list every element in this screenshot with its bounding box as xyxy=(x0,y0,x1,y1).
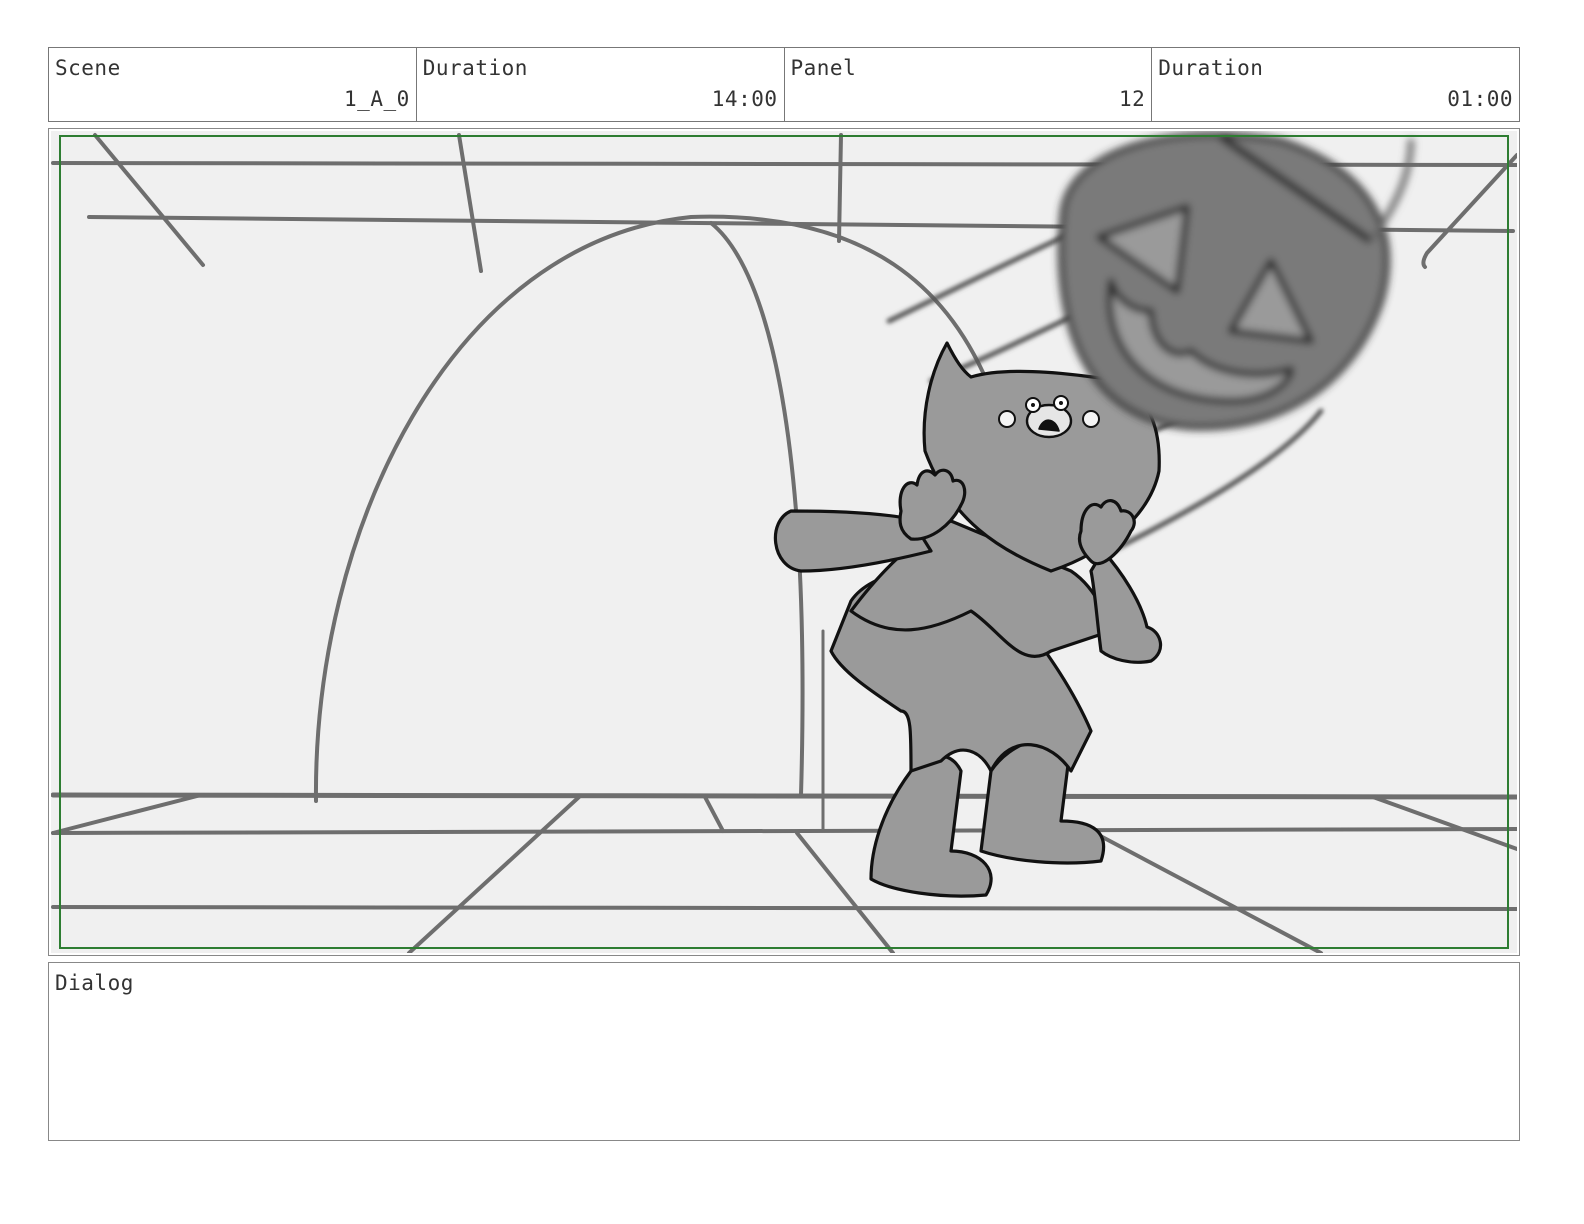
dialog-label: Dialog xyxy=(55,971,134,995)
scene-value: 1_A_0 xyxy=(344,87,410,111)
storyboard-sketch xyxy=(51,131,1517,953)
panel-label: Panel xyxy=(790,56,857,80)
panel-duration-label: Duration xyxy=(1158,56,1264,80)
panel-value: 12 xyxy=(1118,87,1146,111)
scene-cell: Scene 1_A_0 xyxy=(49,48,417,121)
scene-duration-label: Duration xyxy=(422,56,528,80)
dialog-box: Dialog xyxy=(48,962,1520,1141)
panel-duration-cell: Duration 01:00 xyxy=(1152,48,1519,121)
panel-info-header: Scene 1_A_0 Duration 14:00 Panel 12 Dura… xyxy=(48,47,1520,122)
panel-duration-value: 01:00 xyxy=(1447,87,1513,111)
storyboard-panel xyxy=(48,128,1520,956)
scene-duration-value: 14:00 xyxy=(711,87,778,111)
scene-label: Scene xyxy=(55,56,121,80)
panel-cell: Panel 12 xyxy=(785,48,1153,121)
scene-duration-cell: Duration 14:00 xyxy=(417,48,785,121)
